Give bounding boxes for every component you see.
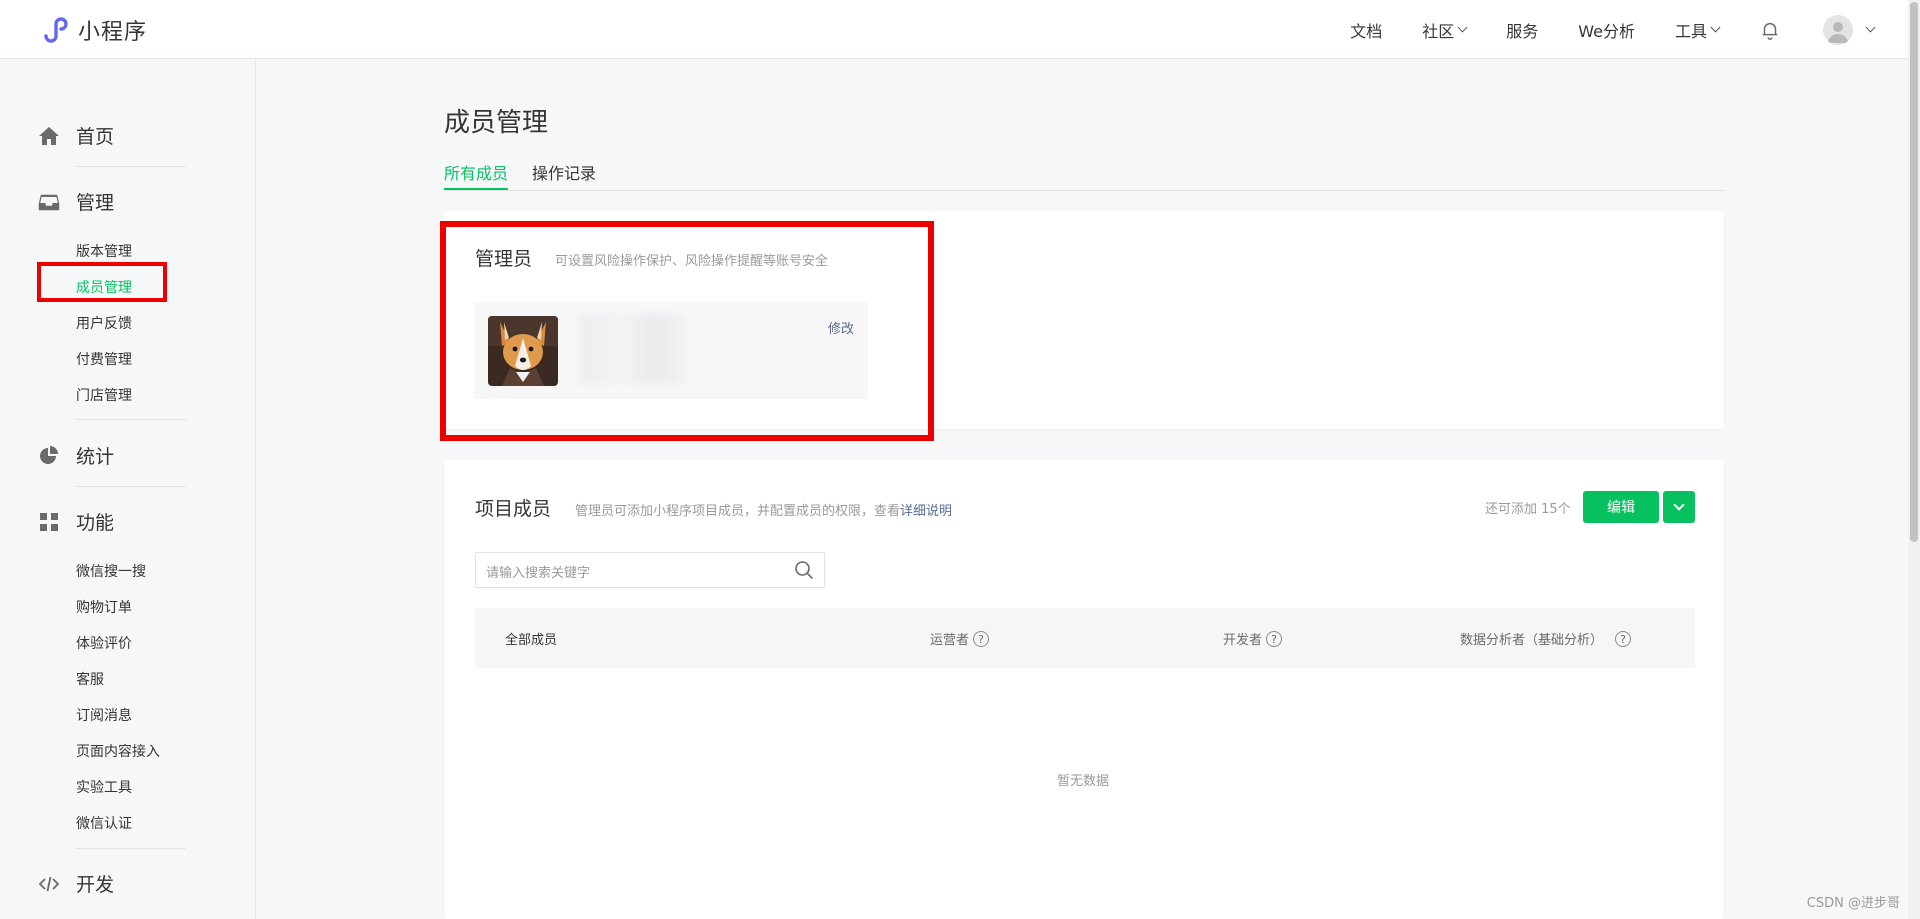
tab-operation-log[interactable]: 操作记录 (532, 160, 596, 190)
sidebar-item-version[interactable]: 版本管理 (76, 241, 132, 261)
sidebar-item-home[interactable]: 首页 (38, 122, 114, 149)
search-placeholder: 请输入搜索关键字 (486, 566, 591, 581)
project-members-card (444, 460, 1724, 919)
more-options-button[interactable] (1663, 491, 1695, 523)
chevron-down-icon (1865, 22, 1876, 33)
scrollbar-thumb[interactable] (1910, 2, 1918, 542)
app-title: 小程序 (78, 20, 148, 45)
miniprogram-logo-icon (44, 17, 68, 43)
sidebar-item-features[interactable]: 功能 (38, 508, 114, 535)
nav-we-analytics[interactable]: We分析 (1578, 18, 1635, 42)
divider (76, 419, 186, 420)
divider (76, 486, 186, 487)
code-icon (38, 873, 60, 895)
column-all-members[interactable]: 全部成员 (505, 629, 557, 648)
sidebar-item-content-access[interactable]: 页面内容接入 (76, 741, 160, 761)
nav-services[interactable]: 服务 (1506, 18, 1538, 42)
chevron-down-icon (1457, 22, 1468, 33)
column-developer: 开发者? (1223, 629, 1283, 648)
sidebar: 首页 管理 版本管理 成员管理 用户反馈 付费管理 门店管理 统计 功能 微信搜… (0, 60, 256, 919)
sidebar-item-payment[interactable]: 付费管理 (76, 349, 132, 369)
chevron-down-icon (1710, 22, 1721, 33)
sidebar-item-orders[interactable]: 购物订单 (76, 597, 132, 617)
tab-bar: 所有成员 操作记录 (444, 158, 1724, 191)
help-icon[interactable]: ? (1266, 630, 1283, 647)
sidebar-item-subscribe-msg[interactable]: 订阅消息 (76, 705, 132, 725)
page-scrollbar[interactable] (1908, 0, 1920, 919)
sidebar-item-feedback[interactable]: 用户反馈 (76, 313, 132, 333)
sidebar-item-stats[interactable]: 统计 (38, 442, 114, 469)
highlight-annotation-sidebar (37, 262, 167, 302)
sidebar-item-dev[interactable]: 开发 (38, 870, 114, 897)
bell-icon[interactable] (1759, 19, 1781, 41)
sidebar-item-stores[interactable]: 门店管理 (76, 385, 132, 405)
divider (76, 848, 186, 849)
user-menu[interactable] (1823, 14, 1876, 45)
sidebar-item-wechat-search[interactable]: 微信搜一搜 (76, 561, 146, 581)
sidebar-item-customer-service[interactable]: 客服 (76, 669, 104, 689)
nav-docs[interactable]: 文档 (1350, 18, 1382, 42)
sidebar-item-reviews[interactable]: 体验评价 (76, 633, 132, 653)
grid-icon (38, 511, 60, 533)
chevron-down-icon (1673, 499, 1685, 511)
details-link[interactable]: 详细说明 (900, 504, 952, 519)
user-silhouette-icon (1828, 21, 1848, 43)
pie-chart-icon (38, 445, 60, 467)
help-icon[interactable]: ? (973, 630, 990, 647)
nav-tools[interactable]: 工具 (1675, 18, 1721, 42)
tab-all-members[interactable]: 所有成员 (444, 160, 509, 190)
empty-state: 暂无数据 (1057, 774, 1110, 789)
remaining-count: 还可添加 15个 (1485, 502, 1571, 517)
members-table-header: 全部成员 运营者? 开发者? 数据分析者（基础分析）? (475, 608, 1695, 668)
divider (76, 166, 186, 167)
highlight-annotation-admin (440, 221, 934, 441)
project-members-desc: 管理员可添加小程序项目成员，并配置成员的权限，查看详细说明 (575, 504, 953, 519)
help-icon[interactable]: ? (1615, 630, 1632, 647)
top-bar: 小程序 文档 社区 服务 We分析 工具 (0, 0, 1920, 59)
page-title: 成员管理 (444, 108, 549, 138)
member-search-input[interactable]: 请输入搜索关键字 (475, 552, 825, 588)
inbox-icon (38, 191, 60, 213)
edit-members-button[interactable]: 编辑 (1583, 491, 1659, 523)
sidebar-item-experiment-tools[interactable]: 实验工具 (76, 777, 132, 797)
sidebar-item-wechat-verify[interactable]: 微信认证 (76, 813, 132, 833)
home-icon (38, 125, 60, 147)
search-icon[interactable] (794, 560, 814, 580)
column-data-analyst: 数据分析者（基础分析）? (1460, 629, 1632, 648)
avatar (1823, 14, 1853, 45)
top-nav: 文档 社区 服务 We分析 工具 (1350, 0, 1920, 59)
project-members-title: 项目成员 (475, 498, 552, 520)
watermark: CSDN @进步哥 (1806, 896, 1900, 911)
column-operator: 运营者? (930, 629, 990, 648)
app-logo[interactable]: 小程序 (38, 14, 147, 46)
nav-community[interactable]: 社区 (1422, 18, 1468, 42)
sidebar-item-manage[interactable]: 管理 (38, 188, 114, 215)
